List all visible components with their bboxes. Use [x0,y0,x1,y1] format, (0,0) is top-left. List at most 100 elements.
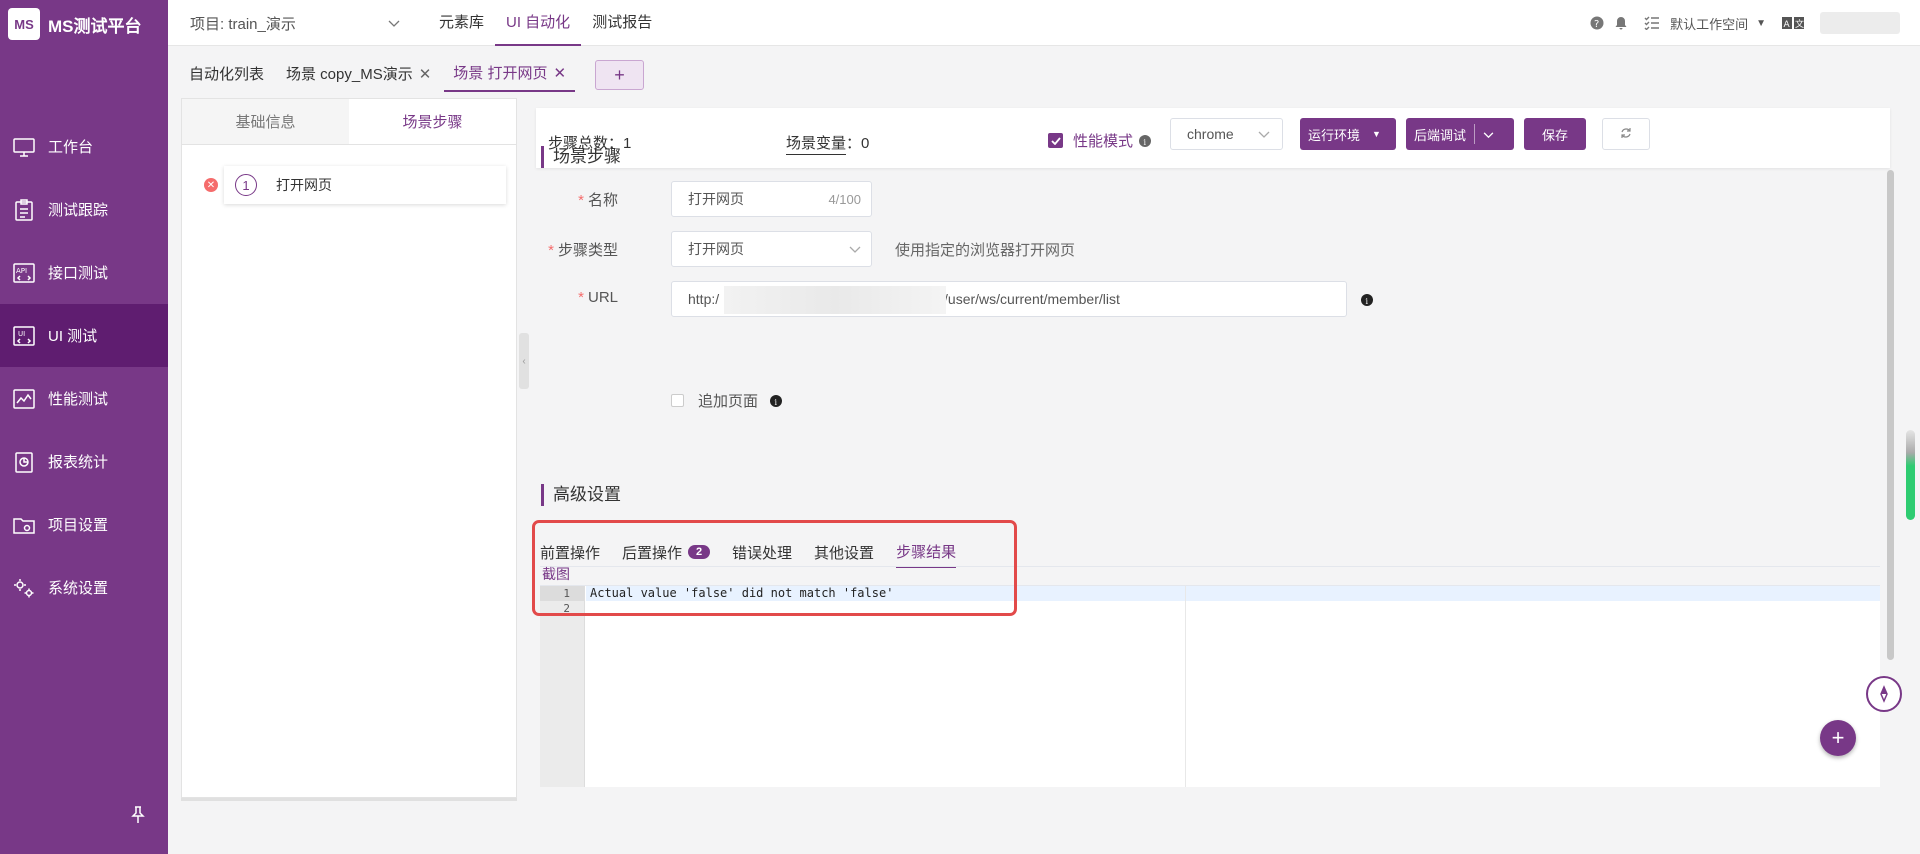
info-icon: i [1361,293,1373,309]
url-label: * URL [578,289,618,306]
pin-icon[interactable] [128,804,148,826]
performance-mode-label: 性能模式 [1073,133,1134,150]
chart-icon [12,387,36,411]
info-icon: i [1139,134,1152,147]
print-margin [1185,586,1186,787]
sidebar-item-ui-test[interactable]: UI UI 测试 [0,304,168,367]
scene-variables[interactable]: 场景变量：0 [786,132,869,155]
tab-label: 自动化列表 [189,66,265,83]
backend-debug-button[interactable]: 后端调试 [1406,118,1514,150]
sidebar-item-label: 接口测试 [48,265,109,282]
step-index: 1 [235,174,257,196]
status-indicator [1906,430,1915,520]
svg-text:i: i [1144,138,1147,147]
add-step-button[interactable]: + [1820,720,1856,756]
redacted-region [724,286,946,314]
append-page-option[interactable]: 追加页面 i [671,390,783,411]
step-card[interactable]: 1 打开网页 [224,166,506,204]
step-type-select[interactable]: 打开网页 [671,231,872,267]
close-icon[interactable]: ✕ [419,58,432,92]
tab-label: 场景 copy_MS演示 [286,66,413,83]
clipboard-icon [12,198,36,222]
report-icon [12,450,36,474]
svg-text:i: i [1366,297,1369,306]
tab-scene-open-page[interactable]: 场景 打开网页 ✕ [444,57,576,92]
chevron-down-icon [388,15,400,32]
chevron-left-icon: ‹ [522,355,526,367]
app-logo[interactable]: MS MS测试平台 [8,8,142,40]
language-icon[interactable]: A文 [1782,17,1804,29]
compass-icon[interactable] [1866,676,1902,712]
refresh-button[interactable] [1602,118,1650,150]
user-menu[interactable] [1820,12,1900,34]
list-item: ✕ 1 打开网页 [194,166,506,204]
collapse-handle[interactable]: ‹ [519,333,529,389]
workspace-select[interactable]: 默认工作空间 ▼ [1670,14,1766,33]
run-environment-button[interactable]: 运行环境 ▼ [1300,118,1396,150]
app-name: MS测试平台 [48,16,142,36]
browser-select[interactable]: chrome [1170,118,1283,150]
step-type-hint: 使用指定的浏览器打开网页 [895,242,1076,259]
sidebar-item-project-settings[interactable]: 项目设置 [0,493,168,556]
save-button[interactable]: 保存 [1524,118,1586,150]
sidebar-item-label: 工作台 [48,139,94,156]
scene-variables-label: 场景变量 [786,135,847,155]
section-title-scene-steps: 场景步骤 [541,146,621,168]
tab-scene-steps[interactable]: 场景步骤 [349,99,516,144]
sidebar-item-workbench[interactable]: 工作台 [0,115,168,178]
sidebar-item-label: 项目设置 [48,517,109,534]
tab-scene-copy[interactable]: 场景 copy_MS演示 ✕ [277,58,440,92]
backend-debug-label: 后端调试 [1414,127,1467,143]
project-select[interactable]: 项目: train_演示 [190,12,400,34]
performance-mode[interactable]: 性能模式 i [1048,130,1152,151]
svg-text:UI: UI [18,330,25,338]
step-type-value: 打开网页 [688,241,744,257]
sidebar-item-test-track[interactable]: 测试跟踪 [0,178,168,241]
editor-gutter: 1 2 [540,586,585,787]
sidebar-item-report[interactable]: 报表统计 [0,430,168,493]
info-icon: i [770,394,783,407]
sidebar-item-label: UI 测试 [48,328,98,345]
task-list-icon[interactable] [1644,16,1660,30]
left-panel-tabs: 基础信息 场景步骤 [182,99,516,145]
url-label-text: URL [587,289,618,306]
append-page-checkbox[interactable] [671,394,684,407]
vertical-scrollbar[interactable] [1887,170,1894,660]
svg-text:A: A [1784,20,1791,29]
svg-text:文: 文 [1795,18,1804,29]
caret-down-icon: ▼ [1372,129,1381,139]
run-environment-label: 运行环境 [1308,127,1361,143]
workspace-name: 默认工作空间 [1670,16,1749,32]
name-value: 打开网页 [688,191,744,207]
steps-total-value: 1 [623,135,632,152]
top-menu-test-report[interactable]: 测试报告 [581,0,663,46]
logo-icon: MS [8,8,40,40]
chevron-down-icon[interactable] [1483,127,1494,142]
help-icon[interactable]: ? [1590,16,1604,30]
sidebar-item-performance-test[interactable]: 性能测试 [0,367,168,430]
gear-icon [12,576,36,600]
step-tree-panel: 基础信息 场景步骤 ✕ 1 打开网页 [181,98,517,798]
tab-basic-info[interactable]: 基础信息 [182,99,349,144]
remove-step-icon[interactable]: ✕ [204,178,218,192]
panel-bottom-border [181,798,517,801]
sidebar-item-api-test[interactable]: API 接口测试 [0,241,168,304]
top-menu-element-library[interactable]: 元素库 [428,0,495,46]
close-icon[interactable]: ✕ [553,57,566,91]
append-page-label: 追加页面 [698,393,759,410]
url-suffix: pi/user/ws/current/member/list [933,291,1120,307]
performance-mode-checkbox[interactable] [1048,133,1063,148]
top-menu-ui-automation[interactable]: UI 自动化 [495,0,582,46]
section-title-advanced: 高级设置 [541,484,621,506]
bell-icon[interactable] [1614,16,1628,30]
name-input[interactable]: 打开网页 4/100 [671,181,872,217]
sidebar-item-system-settings[interactable]: 系统设置 [0,556,168,619]
add-tab-button[interactable]: + [595,60,645,90]
top-bar: 项目: train_演示 元素库 UI 自动化 测试报告 ? 默认工作空间 ▼ … [168,0,1920,46]
tab-automation-list[interactable]: 自动化列表 [180,58,273,92]
sidebar-item-label: 测试跟踪 [48,202,109,219]
project-name: 项目: train_演示 [190,15,296,33]
url-input[interactable]: http:/ pi/user/ws/current/member/list [671,281,1347,317]
svg-text:i: i [775,398,778,407]
step-editor-panel: 步骤总数：1 场景变量：0 性能模式 i chrome 运行环境 ▼ 后端调试 … [530,98,1902,798]
